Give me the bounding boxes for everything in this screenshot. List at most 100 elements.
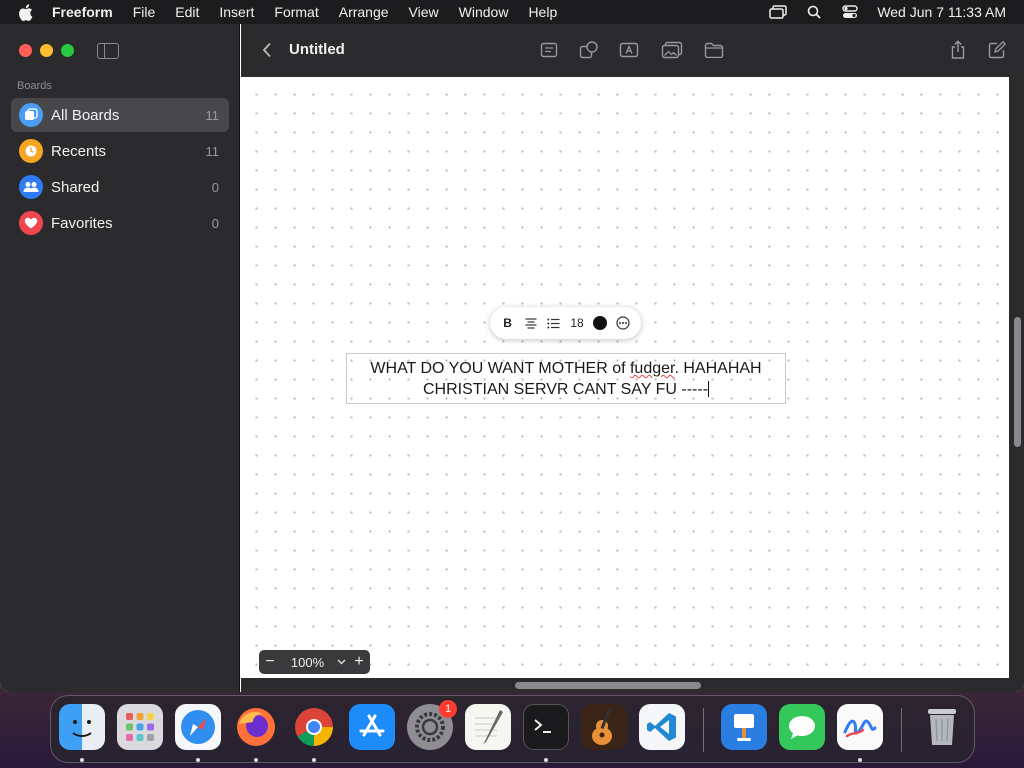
minimize-window-button[interactable] <box>40 44 53 57</box>
zoom-in-button[interactable]: + <box>348 650 370 674</box>
text-line-2-content: CHRISTIAN SERVR CANT SAY FU ----- <box>422 381 709 398</box>
horizontal-scrollbar[interactable] <box>515 682 701 689</box>
firefox-icon[interactable] <box>233 704 279 750</box>
control-center-icon[interactable] <box>841 5 859 19</box>
more-options-icon[interactable] <box>614 314 632 332</box>
menu-app-name[interactable]: Freeform <box>52 4 113 20</box>
menu-format[interactable]: Format <box>274 4 318 20</box>
apple-menu-icon[interactable] <box>18 3 36 21</box>
spotlight-search-icon[interactable] <box>805 5 823 19</box>
vertical-scroll-track <box>1009 77 1024 692</box>
finder-icon[interactable] <box>59 704 105 750</box>
sidebar-heading: Boards <box>17 80 52 92</box>
sidebar-item-count: 11 <box>205 107 220 123</box>
freeform-icon[interactable] <box>837 704 883 750</box>
media-icon[interactable] <box>661 40 683 60</box>
menu-clock[interactable]: Wed Jun 7 11:33 AM <box>877 4 1006 20</box>
people-icon <box>19 175 43 199</box>
sidebar-item-recents[interactable]: Recents 11 <box>11 134 229 168</box>
chrome-icon[interactable] <box>291 704 337 750</box>
running-indicator <box>858 758 862 762</box>
share-icon[interactable] <box>947 40 969 60</box>
messages-icon[interactable] <box>779 704 825 750</box>
sidebar-item-shared[interactable]: Shared 0 <box>11 170 229 204</box>
dock-separator <box>703 708 704 752</box>
freeform-window: Boards All Boards 11 Recents 11 Shared 0 <box>0 24 1024 692</box>
terminal-icon[interactable] <box>523 704 569 750</box>
trash-icon[interactable] <box>919 704 965 750</box>
sidebar-item-label: All Boards <box>51 106 120 124</box>
heart-icon <box>19 211 43 235</box>
all-boards-icon <box>19 103 43 127</box>
menu-view[interactable]: View <box>409 4 439 20</box>
zoom-out-button[interactable]: − <box>259 650 281 674</box>
zoom-control: − 100% + <box>259 650 370 674</box>
vscode-icon[interactable] <box>639 704 685 750</box>
safari-icon[interactable] <box>175 704 221 750</box>
keynote-icon[interactable] <box>721 704 767 750</box>
menu-window[interactable]: Window <box>459 4 509 20</box>
menu-file[interactable]: File <box>133 4 156 20</box>
zoom-window-button[interactable] <box>61 44 74 57</box>
sidebar-item-count: 11 <box>205 143 220 159</box>
vertical-scrollbar[interactable] <box>1014 317 1021 447</box>
zoom-level[interactable]: 100% <box>281 655 334 670</box>
text-box-icon[interactable] <box>618 40 640 60</box>
running-indicator <box>544 758 548 762</box>
sticky-note-icon[interactable] <box>538 40 560 60</box>
board-title[interactable]: Untitled <box>289 41 345 58</box>
sidebar-item-label: Favorites <box>51 214 113 232</box>
bulleted-list-icon[interactable] <box>545 314 563 332</box>
sidebar: Boards All Boards 11 Recents 11 Shared 0 <box>0 24 240 692</box>
menu-edit[interactable]: Edit <box>175 4 199 20</box>
dock: 1 <box>50 695 975 763</box>
misspelled-word[interactable]: fudger <box>630 360 674 377</box>
menu-arrange[interactable]: Arrange <box>339 4 389 20</box>
toolbar: Untitled <box>241 24 1024 77</box>
text-format-bar: B 18 <box>490 307 641 339</box>
running-indicator <box>196 758 200 762</box>
textedit-icon[interactable] <box>465 704 511 750</box>
sidebar-item-label: Recents <box>51 142 107 160</box>
menu-bar: Freeform File Edit Insert Format Arrange… <box>0 0 1024 24</box>
chevron-down-icon[interactable] <box>334 659 348 665</box>
text-line-2: CHRISTIAN SERVR CANT SAY FU ----- <box>347 379 785 400</box>
sidebar-toggle-icon[interactable] <box>97 43 119 59</box>
menu-help[interactable]: Help <box>528 4 557 20</box>
garageband-icon[interactable] <box>581 704 627 750</box>
text-line-1-suffix: . HAHAHAH <box>674 360 762 377</box>
running-indicator <box>254 758 258 762</box>
sidebar-item-all-boards[interactable]: All Boards 11 <box>11 98 229 132</box>
clock-icon <box>19 139 43 163</box>
system-settings-icon[interactable]: 1 <box>407 700 457 750</box>
main-area: Untitled B 18 WHAT DO YOU WANT MOTHER of… <box>241 24 1024 692</box>
text-caret <box>708 381 710 397</box>
app-store-icon[interactable] <box>349 704 395 750</box>
running-indicator <box>80 758 84 762</box>
text-color-swatch[interactable] <box>591 314 609 332</box>
text-line-1-prefix: WHAT DO YOU WANT MOTHER of <box>370 360 630 377</box>
sidebar-item-count: 0 <box>211 215 219 231</box>
launchpad-icon[interactable] <box>117 704 163 750</box>
sidebar-item-label: Shared <box>51 178 100 196</box>
sidebar-item-count: 0 <box>211 179 219 195</box>
notification-badge: 1 <box>439 700 457 718</box>
sidebar-item-favorites[interactable]: Favorites 0 <box>11 206 229 240</box>
folder-icon[interactable] <box>703 40 725 60</box>
text-line-1: WHAT DO YOU WANT MOTHER of fudger. HAHAH… <box>347 358 785 379</box>
font-size-value[interactable]: 18 <box>568 314 586 332</box>
close-window-button[interactable] <box>19 44 32 57</box>
align-center-icon[interactable] <box>522 314 540 332</box>
shapes-icon[interactable] <box>578 40 600 60</box>
board-canvas[interactable]: B 18 WHAT DO YOU WANT MOTHER of fudger. … <box>241 77 1009 678</box>
menu-insert[interactable]: Insert <box>219 4 254 20</box>
running-indicator <box>312 758 316 762</box>
horizontal-scroll-track <box>241 678 1024 692</box>
back-chevron-icon[interactable] <box>259 40 275 60</box>
dock-separator <box>901 708 902 752</box>
text-box[interactable]: WHAT DO YOU WANT MOTHER of fudger. HAHAH… <box>346 353 786 404</box>
screen-mirroring-icon[interactable] <box>769 5 788 19</box>
compose-icon[interactable] <box>986 40 1008 60</box>
window-controls <box>19 44 74 57</box>
bold-button[interactable]: B <box>499 314 517 332</box>
